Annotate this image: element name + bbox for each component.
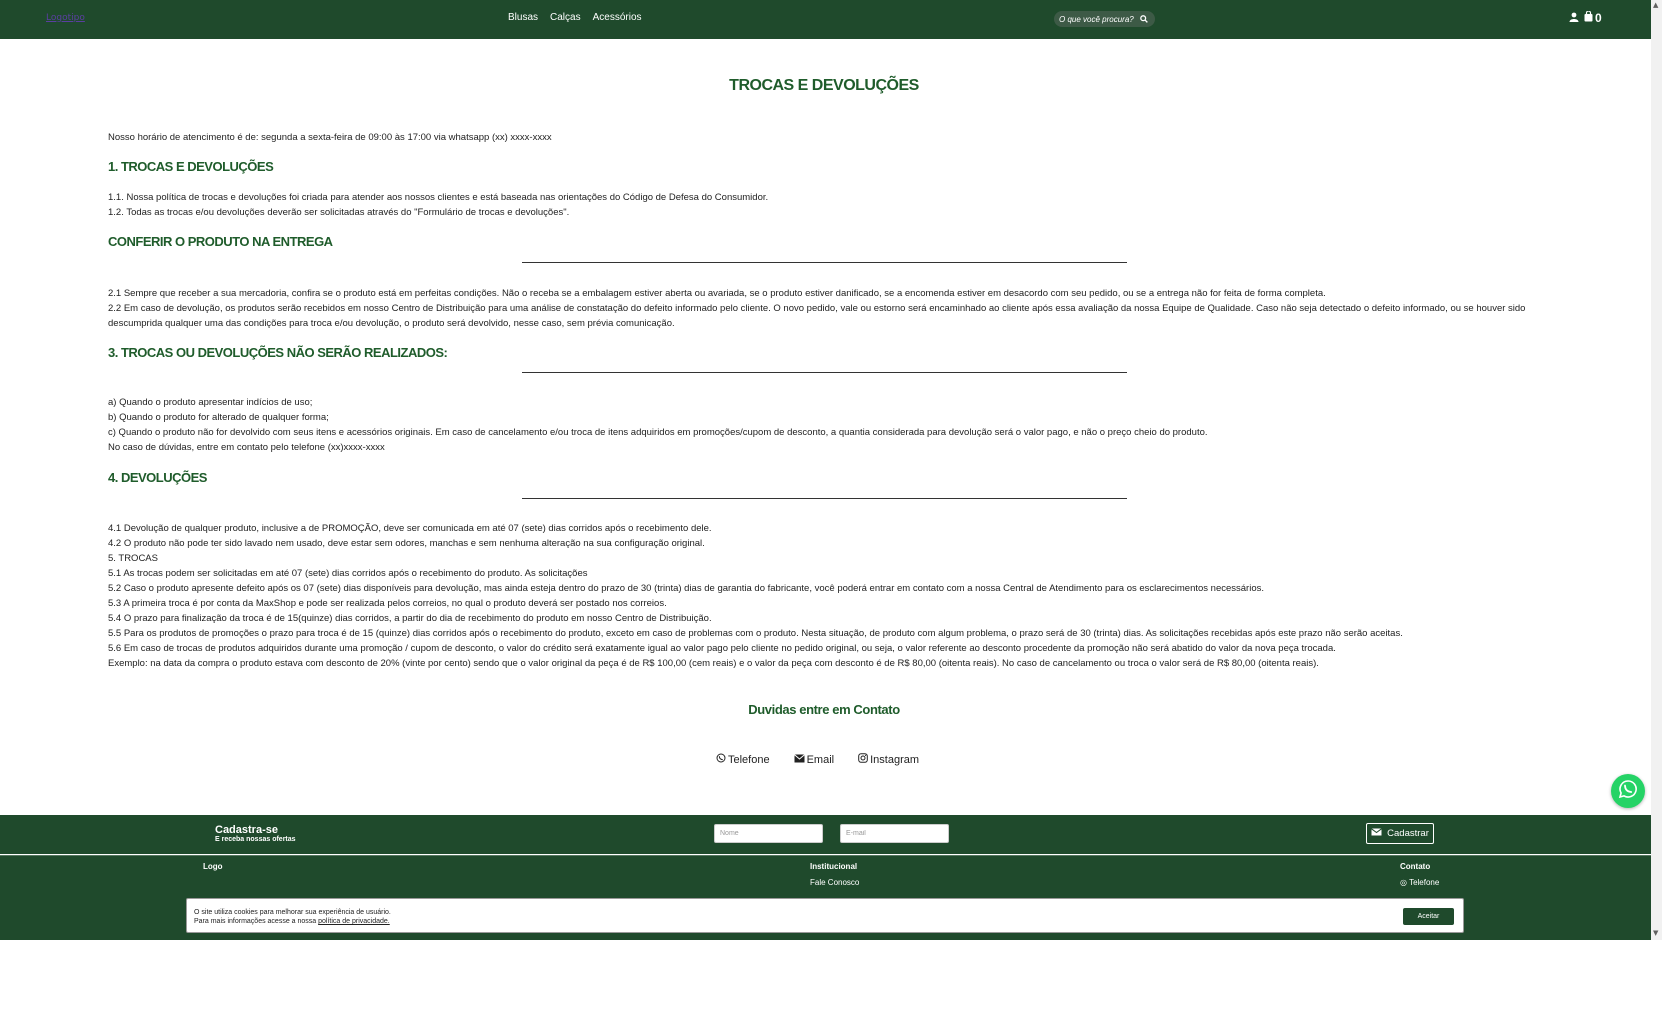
- scroll-up-arrow-icon[interactable]: ▲: [1653, 1, 1658, 9]
- section-4-line-5: 5.2 Caso o produto apresente defeito apó…: [108, 583, 1264, 594]
- hours-text: Nosso horário de atencimento é de: segun…: [108, 132, 552, 143]
- search-input[interactable]: [1059, 14, 1137, 24]
- nav-item-calcas[interactable]: Calças: [550, 12, 581, 23]
- section-divider: [522, 262, 1127, 263]
- newsletter-name-field[interactable]: [714, 824, 823, 843]
- newsletter-subtitle: E receba nossas ofertas: [215, 836, 296, 843]
- section-1-line-1: 1.1. Nossa política de trocas e devoluçõ…: [108, 192, 769, 203]
- envelope-icon: [1371, 828, 1382, 839]
- section-4-line-3: 5. TROCAS: [108, 553, 158, 564]
- footer-col-logo: Logo: [203, 862, 223, 871]
- nav-item-acessorios[interactable]: Acessórios: [593, 12, 642, 23]
- section-heading-3: 3. TROCAS OU DEVOLUÇÕES NÃO SERÃO REALIZ…: [108, 345, 448, 360]
- section-2-line-1: 2.1 Sempre que receber a sua mercadoria,…: [108, 288, 1326, 299]
- section-3-line-2: b) Quando o produto for alterado de qual…: [108, 412, 329, 423]
- scrollbar[interactable]: ▲ ▼: [1651, 0, 1662, 940]
- contact-instagram-link[interactable]: Instagram: [858, 753, 919, 766]
- footer-col-contato: Contato ◎ Telefone: [1400, 862, 1439, 887]
- scroll-down-arrow-icon[interactable]: ▼: [1653, 929, 1658, 937]
- header-icons: 0: [1569, 10, 1602, 25]
- section-4-line-7: 5.4 O prazo para finalização da troca é …: [108, 613, 712, 624]
- contact-links: Telefone Email Instagram: [716, 753, 919, 766]
- accept-cookies-button[interactable]: Aceitar: [1403, 908, 1454, 925]
- cookie-text: O site utiliza cookies para melhorar sua…: [194, 908, 391, 926]
- user-icon[interactable]: [1569, 11, 1579, 25]
- section-1-line-2: 1.2. Todas as trocas e/ou devoluções dev…: [108, 207, 570, 218]
- section-heading-4: 4. DEVOLUÇÕES: [108, 470, 207, 485]
- nav-item-blusas[interactable]: Blusas: [508, 12, 538, 23]
- top-header: Logotipo Blusas Calças Acessórios 0: [0, 0, 1651, 39]
- section-3-line-1: a) Quando o produto apresentar indícios …: [108, 397, 313, 408]
- section-3-line-4: No caso de dúvidas, entre em contato pel…: [108, 442, 385, 453]
- contact-email-link[interactable]: Email: [793, 753, 834, 766]
- whatsapp-icon: [1618, 779, 1638, 803]
- cart-count: 0: [1595, 11, 1602, 25]
- cookie-line-2: Para mais informações acesse a nossa pol…: [194, 918, 390, 925]
- newsletter-title: Cadastra-se: [215, 824, 278, 836]
- whatsapp-icon: [716, 753, 726, 766]
- main-nav: Blusas Calças Acessórios: [508, 12, 642, 23]
- whatsapp-float-button[interactable]: [1611, 774, 1645, 808]
- footer-col-institucional: Institucional Fale Conosco: [810, 862, 859, 887]
- footer-link-telefone[interactable]: ◎ Telefone: [1400, 878, 1439, 887]
- page-title: TROCAS E DEVOLUÇÕES: [729, 77, 919, 94]
- privacy-policy-link[interactable]: política de privacidade.: [318, 918, 390, 925]
- instagram-icon: [858, 753, 868, 766]
- search-icon[interactable]: [1137, 12, 1151, 26]
- section-3-line-3: c) Quando o produto não for devolvido co…: [108, 427, 1208, 438]
- section-divider: [522, 498, 1127, 499]
- section-divider: [522, 372, 1127, 373]
- newsletter-submit-button[interactable]: Cadastrar: [1366, 823, 1434, 844]
- whatsapp-icon: ◎: [1400, 878, 1407, 887]
- footer-col-heading: Contato: [1400, 862, 1431, 871]
- cart-button[interactable]: 0: [1584, 10, 1602, 25]
- newsletter-email-field[interactable]: [840, 824, 949, 843]
- footer-link-fale-conosco[interactable]: Fale Conosco: [810, 878, 859, 887]
- section-4-line-4: 5.1 As trocas podem ser solicitadas em a…: [108, 568, 588, 579]
- envelope-icon: [793, 753, 805, 766]
- section-2-line-2: 2.2 Em caso de devolução, os produtos se…: [108, 303, 1526, 329]
- contact-title: Duvidas entre em Contato: [748, 702, 900, 717]
- contact-phone-link[interactable]: Telefone: [716, 753, 770, 766]
- section-4-line-8: 5.5 Para os produtos de promoções o praz…: [108, 628, 1403, 639]
- cookie-line-1: O site utiliza cookies para melhorar sua…: [194, 909, 391, 916]
- section-4-line-2: 4.2 O produto não pode ter sido lavado n…: [108, 538, 705, 549]
- section-4-line-9: 5.6 Em caso de trocas de produtos adquir…: [108, 643, 1336, 654]
- section-heading-1: 1. TROCAS E DEVOLUÇÕES: [108, 159, 274, 174]
- newsletter-bar: Cadastra-se E receba nossas ofertas Cada…: [0, 815, 1651, 854]
- section-heading-2: CONFERIR O PRODUTO NA ENTREGA: [108, 234, 333, 249]
- section-4-line-1: 4.1 Devolução de qualquer produto, inclu…: [108, 523, 712, 534]
- search-box: [1054, 11, 1155, 27]
- footer-logo: Logo: [203, 862, 223, 871]
- footer-col-heading: Institucional: [810, 862, 858, 871]
- logo-link[interactable]: Logotipo: [46, 13, 85, 23]
- section-4-line-6: 5.3 A primeira troca é por conta da MaxS…: [108, 598, 667, 609]
- section-4-line-10: Exemplo: na data da compra o produto est…: [108, 658, 1319, 669]
- bag-icon: [1584, 10, 1593, 25]
- cookie-banner: O site utiliza cookies para melhorar sua…: [186, 898, 1464, 933]
